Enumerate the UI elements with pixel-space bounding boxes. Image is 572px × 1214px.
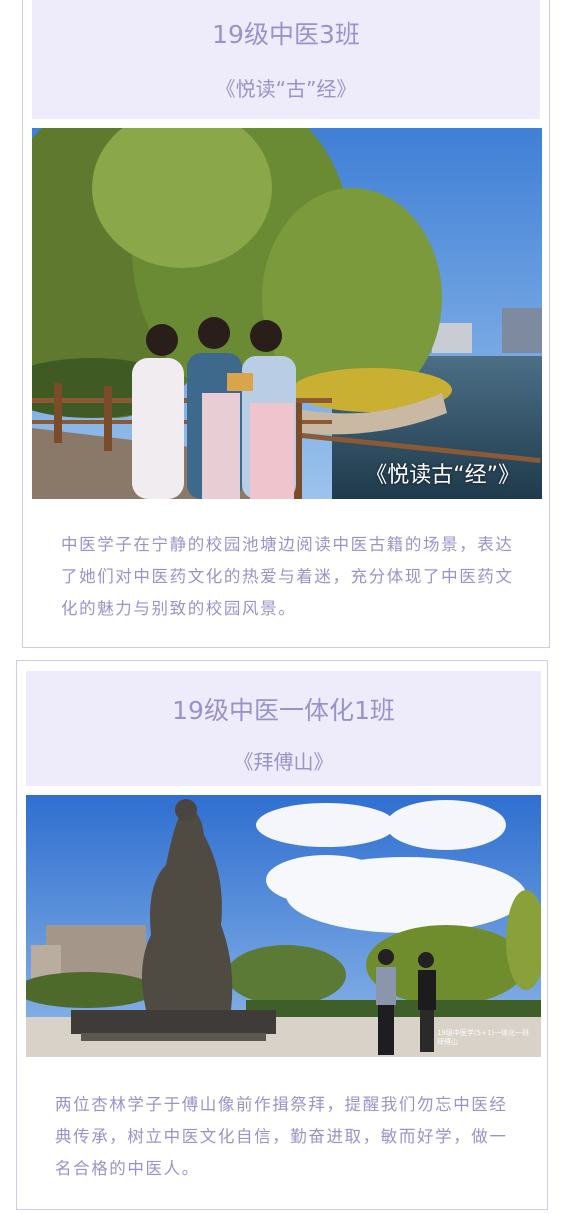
photo-caption: 中医学子在宁静的校园池塘边阅读中医古籍的场景，表达了她们对中医药文化的热爱与着迷…	[61, 535, 514, 618]
work-title: 《悦读“古”经》	[215, 77, 357, 101]
work-title: 《拜傅山》	[233, 750, 334, 774]
photo-caption: 两位杏林学子于傅山像前作揖祭拜，提醒我们勿忘中医经典传承，树立中医文化自信，勤奋…	[55, 1095, 508, 1178]
card-header: 19级中医3班 《悦读“古”经》	[32, 0, 540, 119]
class-name: 19级中医3班	[212, 20, 360, 49]
photo-card-2: 19级中医一体化1班 《拜傅山》 19级中医学(5+1)一体化一班 拜傅山 两位…	[16, 660, 548, 1210]
card-header: 19级中医一体化1班 《拜傅山》	[26, 671, 541, 786]
photo-overlay-title: 《悦读古“经”》	[365, 463, 520, 488]
photo-card-1: 19级中医3班 《悦读“古”经》 《悦读古“经”》 中医学子在宁静的校园池塘边阅…	[22, 0, 550, 648]
class-name: 19级中医一体化1班	[172, 696, 395, 725]
photo-overlay-label: 19级中医学(5+1)一体化一班 拜傅山	[437, 1029, 530, 1046]
statue-photo[interactable]: 19级中医学(5+1)一体化一班 拜傅山	[26, 795, 541, 1057]
reading-photo[interactable]: 《悦读古“经”》	[32, 128, 542, 499]
